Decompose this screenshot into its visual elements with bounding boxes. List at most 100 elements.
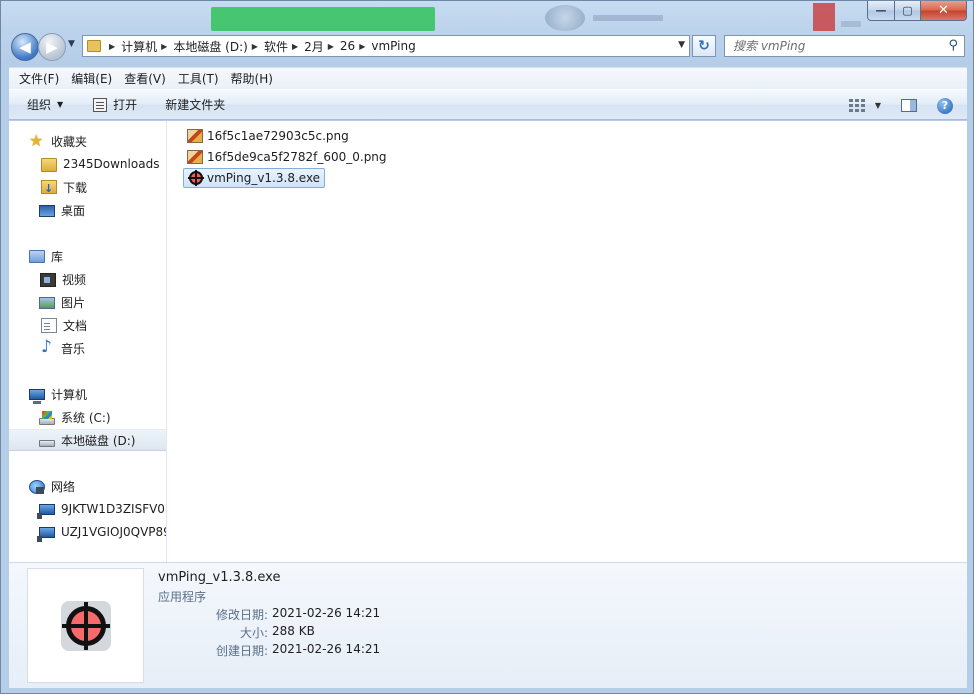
sidebar-computer[interactable]: 计算机 (9, 383, 166, 405)
breadcrumb-vmping[interactable]: vmPing (371, 39, 415, 53)
sidebar-favorites[interactable]: 收藏夹 (9, 130, 166, 152)
created-label: 创建日期: (215, 644, 268, 658)
change-view-icon[interactable] (848, 98, 865, 113)
address-bar[interactable]: ▶ 计算机 ▶ 本地磁盘 (D:) ▶ 软件 ▶ 2月 ▶ 26 ▶ vmPin… (82, 35, 690, 57)
view-options-dropdown[interactable]: ▼ (875, 101, 881, 110)
navigation-pane[interactable]: 收藏夹 2345Downloads 下载 桌面 库 视频 (9, 121, 167, 562)
sidebar-item-videos[interactable]: 视频 (9, 268, 166, 290)
open-icon (93, 97, 108, 112)
background-desktop-strip (201, 1, 861, 31)
image-file-icon (187, 129, 203, 143)
background-text-blur-2 (841, 21, 861, 27)
view-controls: ▼ ? (848, 90, 967, 121)
file-item-png-1[interactable]: 16f5c1ae72903c5c.png (183, 126, 353, 146)
video-icon (40, 272, 56, 287)
sidebar-item-network-pc-2[interactable]: UZJ1VGIOJ0QVP89 (9, 521, 166, 543)
sidebar-item-downloads[interactable]: 下载 (9, 176, 166, 198)
sidebar-item-network-pc-1[interactable]: 9JKTW1D3ZISFV08 (9, 498, 166, 520)
details-modified-row: 修改日期: 2021-02-26 14:21 (158, 606, 558, 624)
caption-buttons: — ▢ ✕ (867, 1, 967, 21)
size-label: 大小: (239, 626, 268, 640)
minimize-button[interactable]: — (867, 1, 895, 21)
details-size-row: 大小: 288 KB (158, 624, 558, 642)
close-button[interactable]: ✕ (921, 1, 967, 21)
sidebar-network[interactable]: 网络 (9, 475, 166, 497)
content-area: 收藏夹 2345Downloads 下载 桌面 库 视频 (9, 121, 967, 562)
file-name: vmPing_v1.3.8.exe (207, 171, 321, 185)
file-thumbnail (27, 568, 144, 683)
star-icon (29, 131, 45, 150)
folder-icon (41, 157, 57, 172)
file-item-png-2[interactable]: 16f5de9ca5f2782f_600_0.png (183, 147, 391, 167)
search-input[interactable] (733, 39, 933, 53)
breadcrumb-separator[interactable]: ▶ (292, 42, 298, 51)
breadcrumb-february[interactable]: 2月 (304, 38, 324, 55)
preview-pane-icon[interactable] (901, 99, 917, 112)
organize-button[interactable]: 组织 ▼ (9, 89, 73, 120)
sidebar-item-drive-c[interactable]: 系统 (C:) (9, 406, 166, 428)
pictures-icon (39, 297, 55, 309)
details-pane: vmPing_v1.3.8.exe 应用程序 修改日期: 2021-02-26 … (9, 562, 967, 688)
breadcrumb-separator[interactable]: ▶ (161, 42, 167, 51)
system-drive-icon (39, 410, 55, 425)
network-computer-icon (37, 504, 55, 519)
sidebar-item-music[interactable]: 音乐 (9, 337, 166, 359)
maximize-button[interactable]: ▢ (895, 1, 921, 21)
hard-drive-icon (39, 439, 55, 447)
folder-icon (87, 40, 101, 52)
chevron-down-icon: ▼ (57, 100, 64, 109)
size-value: 288 KB (272, 624, 315, 638)
breadcrumb-separator[interactable]: ▶ (328, 42, 334, 51)
open-label: 打开 (113, 98, 138, 112)
file-item-vmping-exe[interactable]: vmPing_v1.3.8.exe (183, 168, 326, 188)
file-list[interactable]: 16f5c1ae72903c5c.png 16f5de9ca5f2782f_60… (167, 121, 967, 562)
created-value: 2021-02-26 14:21 (272, 642, 381, 656)
menu-file[interactable]: 文件(F) (13, 70, 65, 87)
open-button[interactable]: 打开 (73, 89, 147, 120)
menu-help[interactable]: 帮助(H) (225, 70, 279, 87)
file-name: 16f5de9ca5f2782f_600_0.png (207, 150, 387, 164)
downloads-folder-icon (41, 180, 57, 195)
command-bar: 组织 ▼ 打开 新建文件夹 ▼ ? (9, 89, 967, 120)
background-red-icon (813, 3, 835, 31)
breadcrumb-computer[interactable]: 计算机 (121, 38, 157, 55)
sidebar-item-drive-d[interactable]: 本地磁盘 (D:) (9, 429, 166, 451)
document-icon (41, 317, 57, 333)
menu-view[interactable]: 查看(V) (118, 70, 172, 87)
desktop-icon (39, 205, 55, 217)
sidebar-item-pictures[interactable]: 图片 (9, 291, 166, 313)
sidebar-item-2345downloads[interactable]: 2345Downloads (9, 153, 166, 175)
image-file-icon (187, 150, 203, 164)
address-history-dropdown[interactable]: ▼ (678, 40, 685, 50)
recent-pages-dropdown[interactable]: ▼ (68, 39, 75, 49)
breadcrumb-software[interactable]: 软件 (264, 38, 288, 55)
breadcrumb-drive-d[interactable]: 本地磁盘 (D:) (173, 38, 247, 55)
search-icon[interactable]: ⚲ (948, 38, 958, 53)
sidebar-item-documents[interactable]: 文档 (9, 314, 166, 336)
computer-icon (29, 389, 45, 404)
sidebar-libraries[interactable]: 库 (9, 245, 166, 267)
menu-tools[interactable]: 工具(T) (172, 70, 225, 87)
breadcrumb-26[interactable]: 26 (340, 39, 355, 53)
back-button[interactable]: ◀ (11, 33, 39, 61)
network-icon (29, 479, 45, 494)
forward-arrow-icon: ▶ (46, 38, 58, 56)
network-computer-icon (37, 527, 55, 542)
details-file-name: vmPing_v1.3.8.exe (158, 570, 281, 585)
details-file-type: 应用程序 (158, 590, 207, 604)
library-icon (29, 250, 45, 263)
vmping-app-icon (188, 170, 204, 186)
menu-edit[interactable]: 编辑(E) (65, 70, 118, 87)
forward-button[interactable]: ▶ (38, 33, 66, 61)
details-created-row: 创建日期: 2021-02-26 14:21 (158, 642, 558, 660)
refresh-button[interactable]: ↻ (692, 35, 716, 57)
sidebar-item-desktop[interactable]: 桌面 (9, 199, 166, 221)
navigation-bar: ◀ ▶ ▼ ▶ 计算机 ▶ 本地磁盘 (D:) ▶ 软件 ▶ 2月 ▶ 26 ▶… (9, 31, 967, 63)
breadcrumb-separator[interactable]: ▶ (109, 42, 115, 51)
new-folder-button[interactable]: 新建文件夹 (147, 89, 235, 120)
search-box[interactable]: ⚲ (724, 35, 965, 57)
modified-label: 修改日期: (215, 608, 268, 622)
breadcrumb-separator[interactable]: ▶ (359, 42, 365, 51)
breadcrumb-separator[interactable]: ▶ (252, 42, 258, 51)
help-icon[interactable]: ? (937, 97, 953, 114)
